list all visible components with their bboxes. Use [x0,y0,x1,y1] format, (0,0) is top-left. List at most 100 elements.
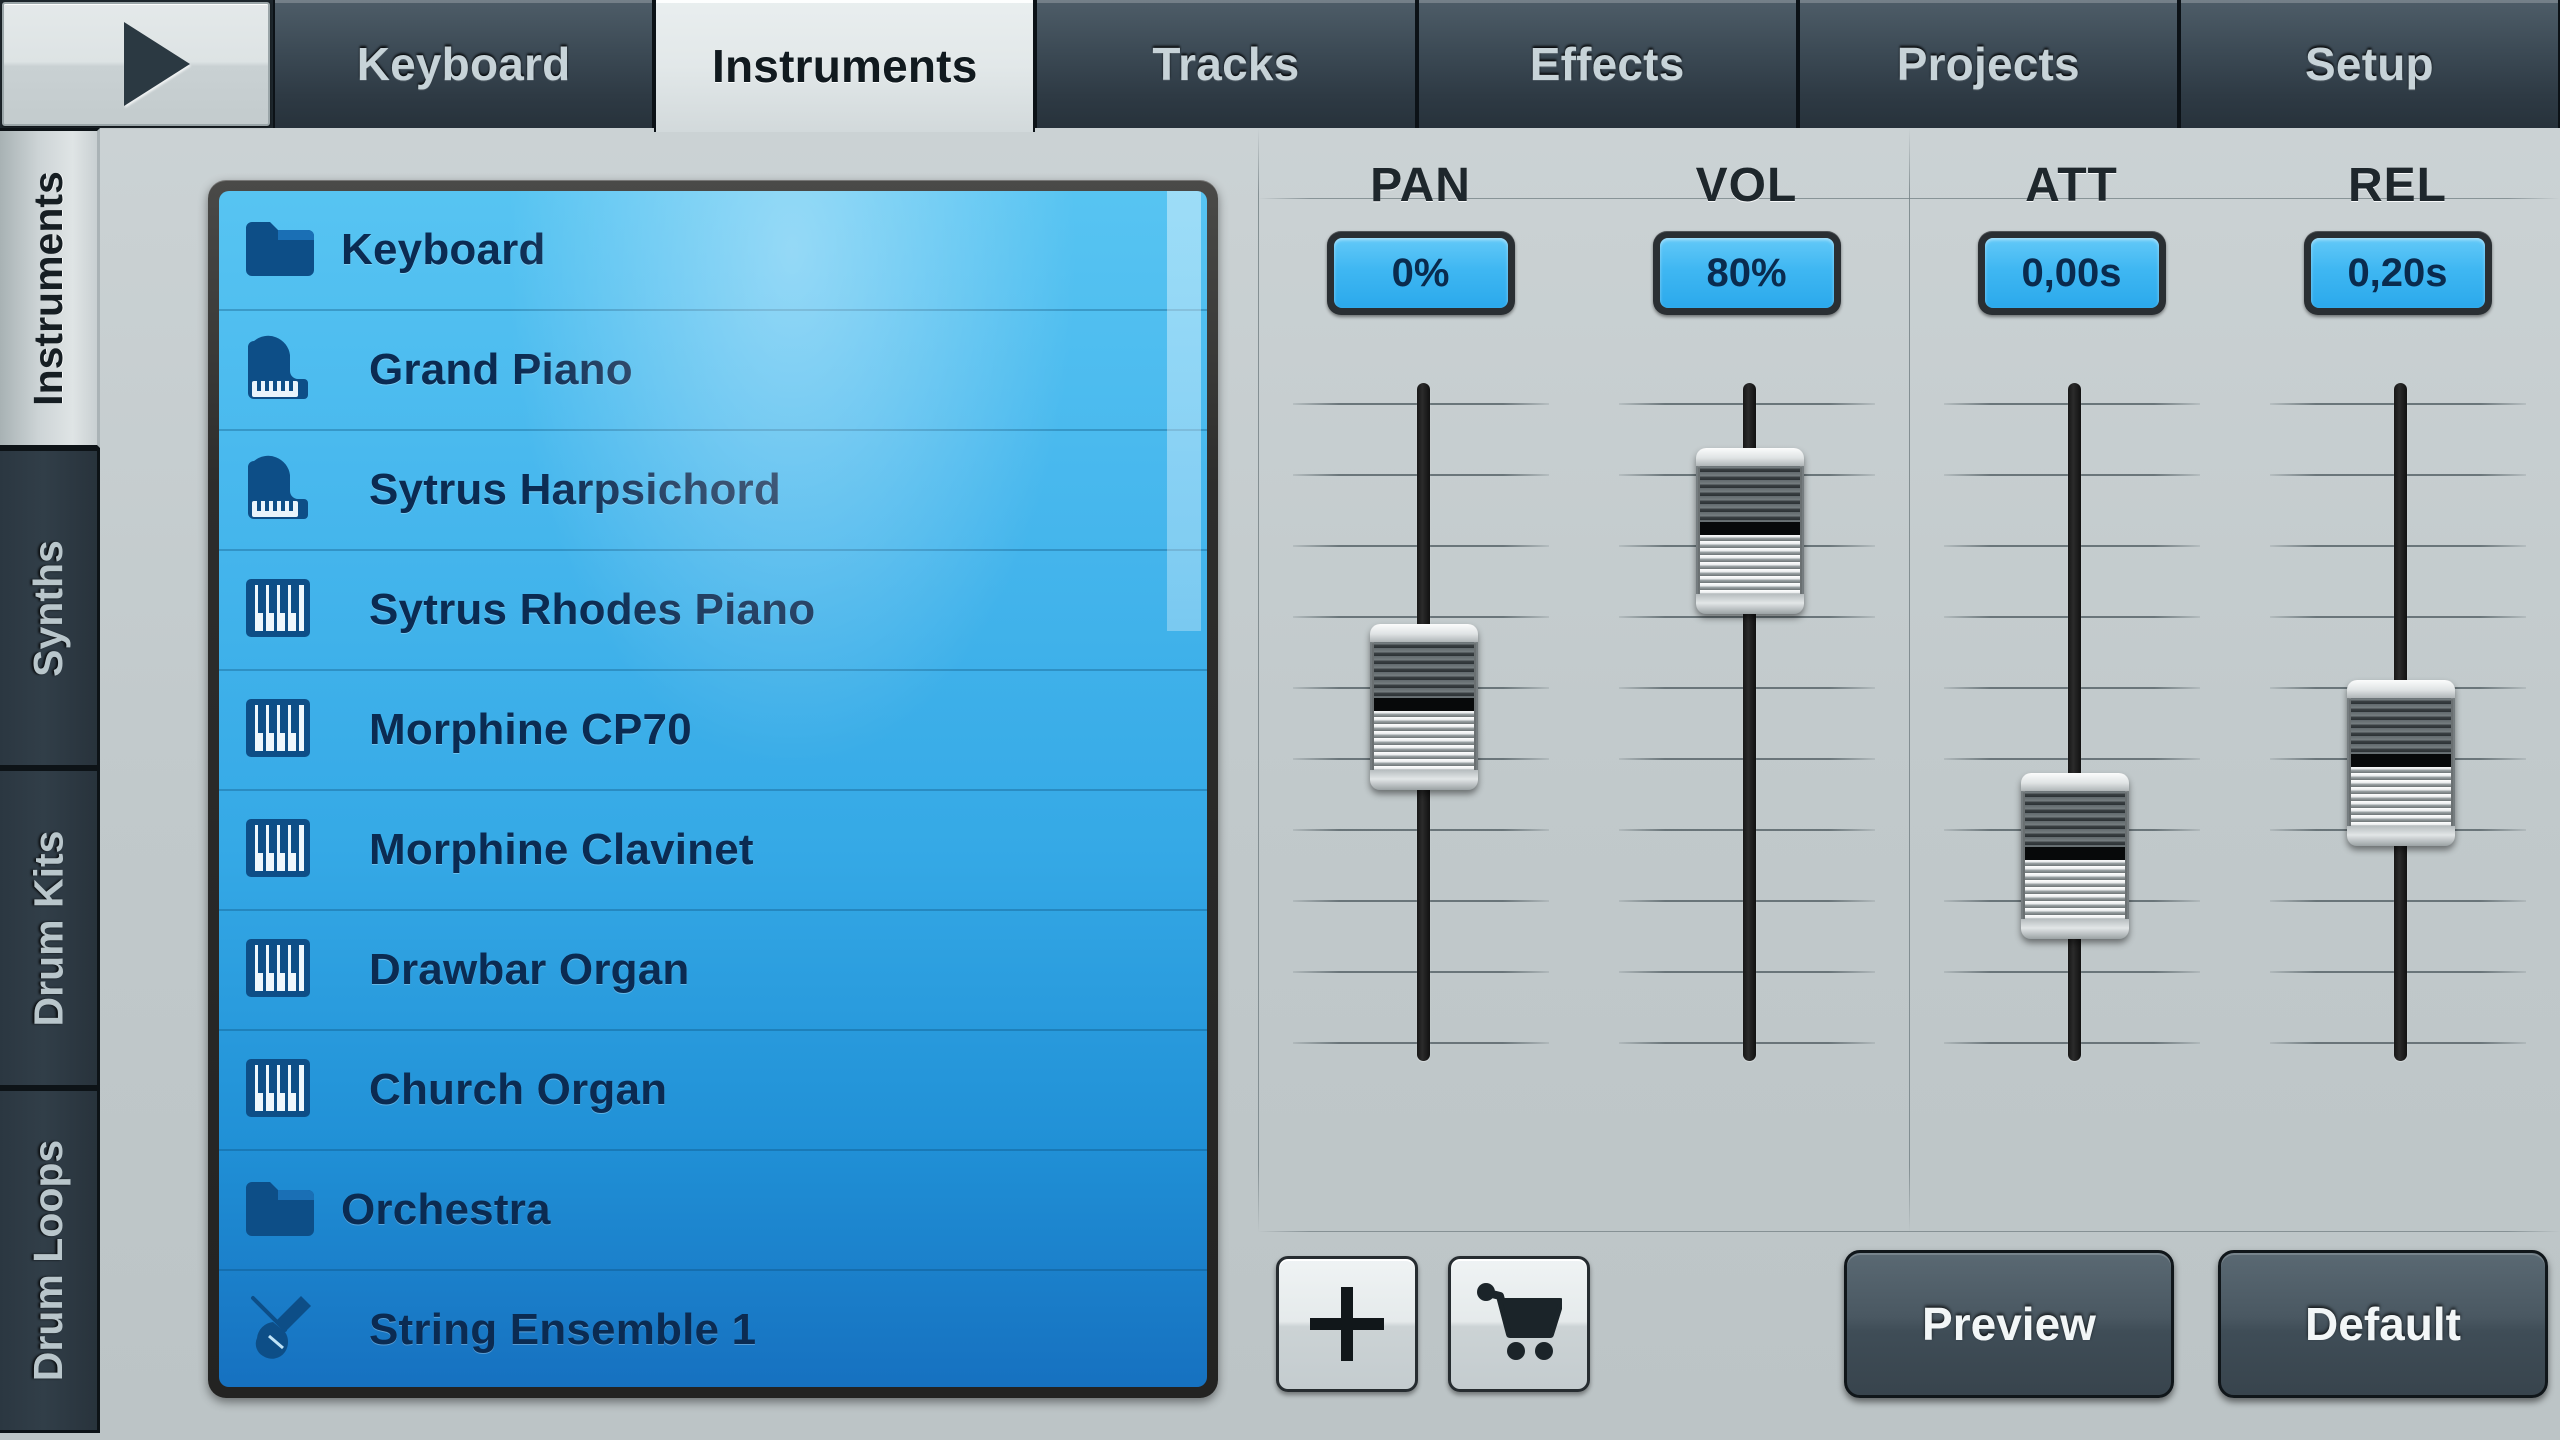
handle-cap-top [2346,680,2455,698]
tab-keyboard-label: Keyboard [356,38,571,90]
keys-icon-wrap [219,1057,337,1124]
control-value-text: 0% [1333,238,1508,308]
slider-handle[interactable] [1695,448,1804,614]
slider-vol[interactable] [1597,381,1897,1063]
violin-icon [239,1292,317,1369]
keys-icon [244,817,312,884]
preview-button[interactable]: Preview [1844,1250,2174,1398]
sidebar-item-instruments-label: Instruments [25,170,71,406]
plus-icon [1310,1287,1384,1361]
handle-band [2350,754,2451,767]
sidebar-item-drum-loops[interactable]: Drum Loops [0,1088,100,1433]
sidebar-item-synths-label: Synths [25,539,72,677]
folder-icon [242,1178,314,1243]
tab-instruments-label: Instruments [712,40,978,92]
tab-keyboard[interactable]: Keyboard [273,0,655,128]
list-item-label: Orchestra [341,1185,551,1234]
tab-tracks[interactable]: Tracks [1035,0,1417,128]
keys-icon [244,937,312,1004]
list-item[interactable]: Morphine Clavinet [219,791,1207,911]
control-value-text: 0,00s [1984,238,2159,308]
tab-setup-label: Setup [2305,38,2434,90]
app-root: Keyboard Instruments Tracks Effects Proj… [0,0,2560,1440]
control-column-vol: VOL 80% [1584,128,1909,1232]
control-value-pan[interactable]: 0% [1326,231,1515,315]
default-button[interactable]: Default [2218,1250,2548,1398]
handle-cap-top [1369,624,1478,642]
handle-cap-bottom [1695,594,1804,614]
control-column-pan: PAN 0% [1258,128,1583,1232]
folder-icon-wrap [219,218,337,283]
handle-band [1699,522,1800,535]
slider-rel[interactable] [2248,381,2548,1063]
sidebar-item-drum-loops-label: Drum Loops [25,1139,71,1382]
handle-cap-bottom [1369,770,1478,790]
sidebar-item-instruments[interactable]: Instruments [0,128,100,448]
slider-handle[interactable] [2346,680,2455,846]
grand-piano-icon-wrap [219,333,337,408]
folder-icon [242,218,314,283]
slider-att[interactable] [1922,381,2222,1063]
slider-handle[interactable] [2020,773,2129,939]
bottom-button-row: Preview Default [1258,1238,2560,1440]
list-item[interactable]: Church Organ [219,1031,1207,1151]
control-value-att[interactable]: 0,00s [1977,231,2166,315]
control-value-vol[interactable]: 80% [1652,231,1841,315]
default-button-label: Default [2305,1298,2461,1350]
store-button[interactable] [1448,1256,1590,1392]
keys-icon-wrap [219,697,337,764]
tab-tracks-label: Tracks [1152,38,1300,90]
add-instrument-button[interactable] [1276,1256,1418,1392]
sidebar-item-drum-kits-label: Drum Kits [25,830,72,1026]
handle-cap-top [2020,773,2129,791]
tab-instruments[interactable]: Instruments [654,0,1036,132]
list-scrollbar-thumb[interactable] [1167,191,1201,631]
list-item-label: Sytrus Rhodes Piano [369,585,816,634]
handle-grip-dark [2024,789,2125,847]
list-item[interactable]: Orchestra [219,1151,1207,1271]
instrument-list[interactable]: Keyboard Grand Piano Sytrus Harpsichord Syt… [219,191,1207,1387]
keys-icon [244,1057,312,1124]
list-item[interactable]: Sytrus Rhodes Piano [219,551,1207,671]
list-item-label: Drawbar Organ [369,945,690,994]
slider-handle[interactable] [1369,624,1478,790]
control-value-text: 80% [1659,238,1834,308]
play-button[interactable] [2,2,270,126]
keys-icon-wrap [219,817,337,884]
top-tab-bar: Keyboard Instruments Tracks Effects Proj… [0,0,2560,132]
control-label-rel: REL [2348,159,2447,212]
keys-icon-wrap [219,577,337,644]
violin-icon-wrap [219,1292,337,1369]
keys-icon [244,577,312,644]
list-item-label: Grand Piano [369,345,633,394]
list-item[interactable]: Keyboard [219,191,1207,311]
grand-piano-icon [240,453,316,528]
control-label-vol: VOL [1695,159,1798,212]
tab-projects-label: Projects [1896,38,2080,90]
list-item[interactable]: Sytrus Harpsichord [219,431,1207,551]
sidebar-item-synths[interactable]: Synths [0,448,100,768]
tab-effects[interactable]: Effects [1416,0,1798,128]
list-item[interactable]: Morphine CP70 [219,671,1207,791]
list-item[interactable]: Grand Piano [219,311,1207,431]
control-panel: PAN 0% VOL 80% ATT 0,00s REL 0,20s [1258,128,2560,1232]
list-item-label: String Ensemble 1 [369,1305,757,1354]
handle-grip-dark [1373,640,1474,698]
play-icon [124,22,190,106]
control-column-rel: REL 0,20s [2235,128,2560,1232]
sidebar-item-drum-kits[interactable]: Drum Kits [0,768,100,1088]
tab-projects[interactable]: Projects [1797,0,2179,128]
shopping-cart-icon [1476,1282,1564,1367]
slider-pan[interactable] [1271,381,1571,1063]
control-column-att: ATT 0,00s [1909,128,2234,1232]
list-item[interactable]: Drawbar Organ [219,911,1207,1031]
handle-band [1373,698,1474,711]
list-item-label: Keyboard [341,225,546,274]
list-item-label: Church Organ [369,1065,668,1114]
keys-icon [244,697,312,764]
handle-grip-dark [1699,464,1800,522]
handle-cap-bottom [2020,919,2129,939]
tab-setup[interactable]: Setup [2178,0,2560,128]
control-value-rel[interactable]: 0,20s [2303,231,2492,315]
list-item[interactable]: String Ensemble 1 [219,1271,1207,1387]
